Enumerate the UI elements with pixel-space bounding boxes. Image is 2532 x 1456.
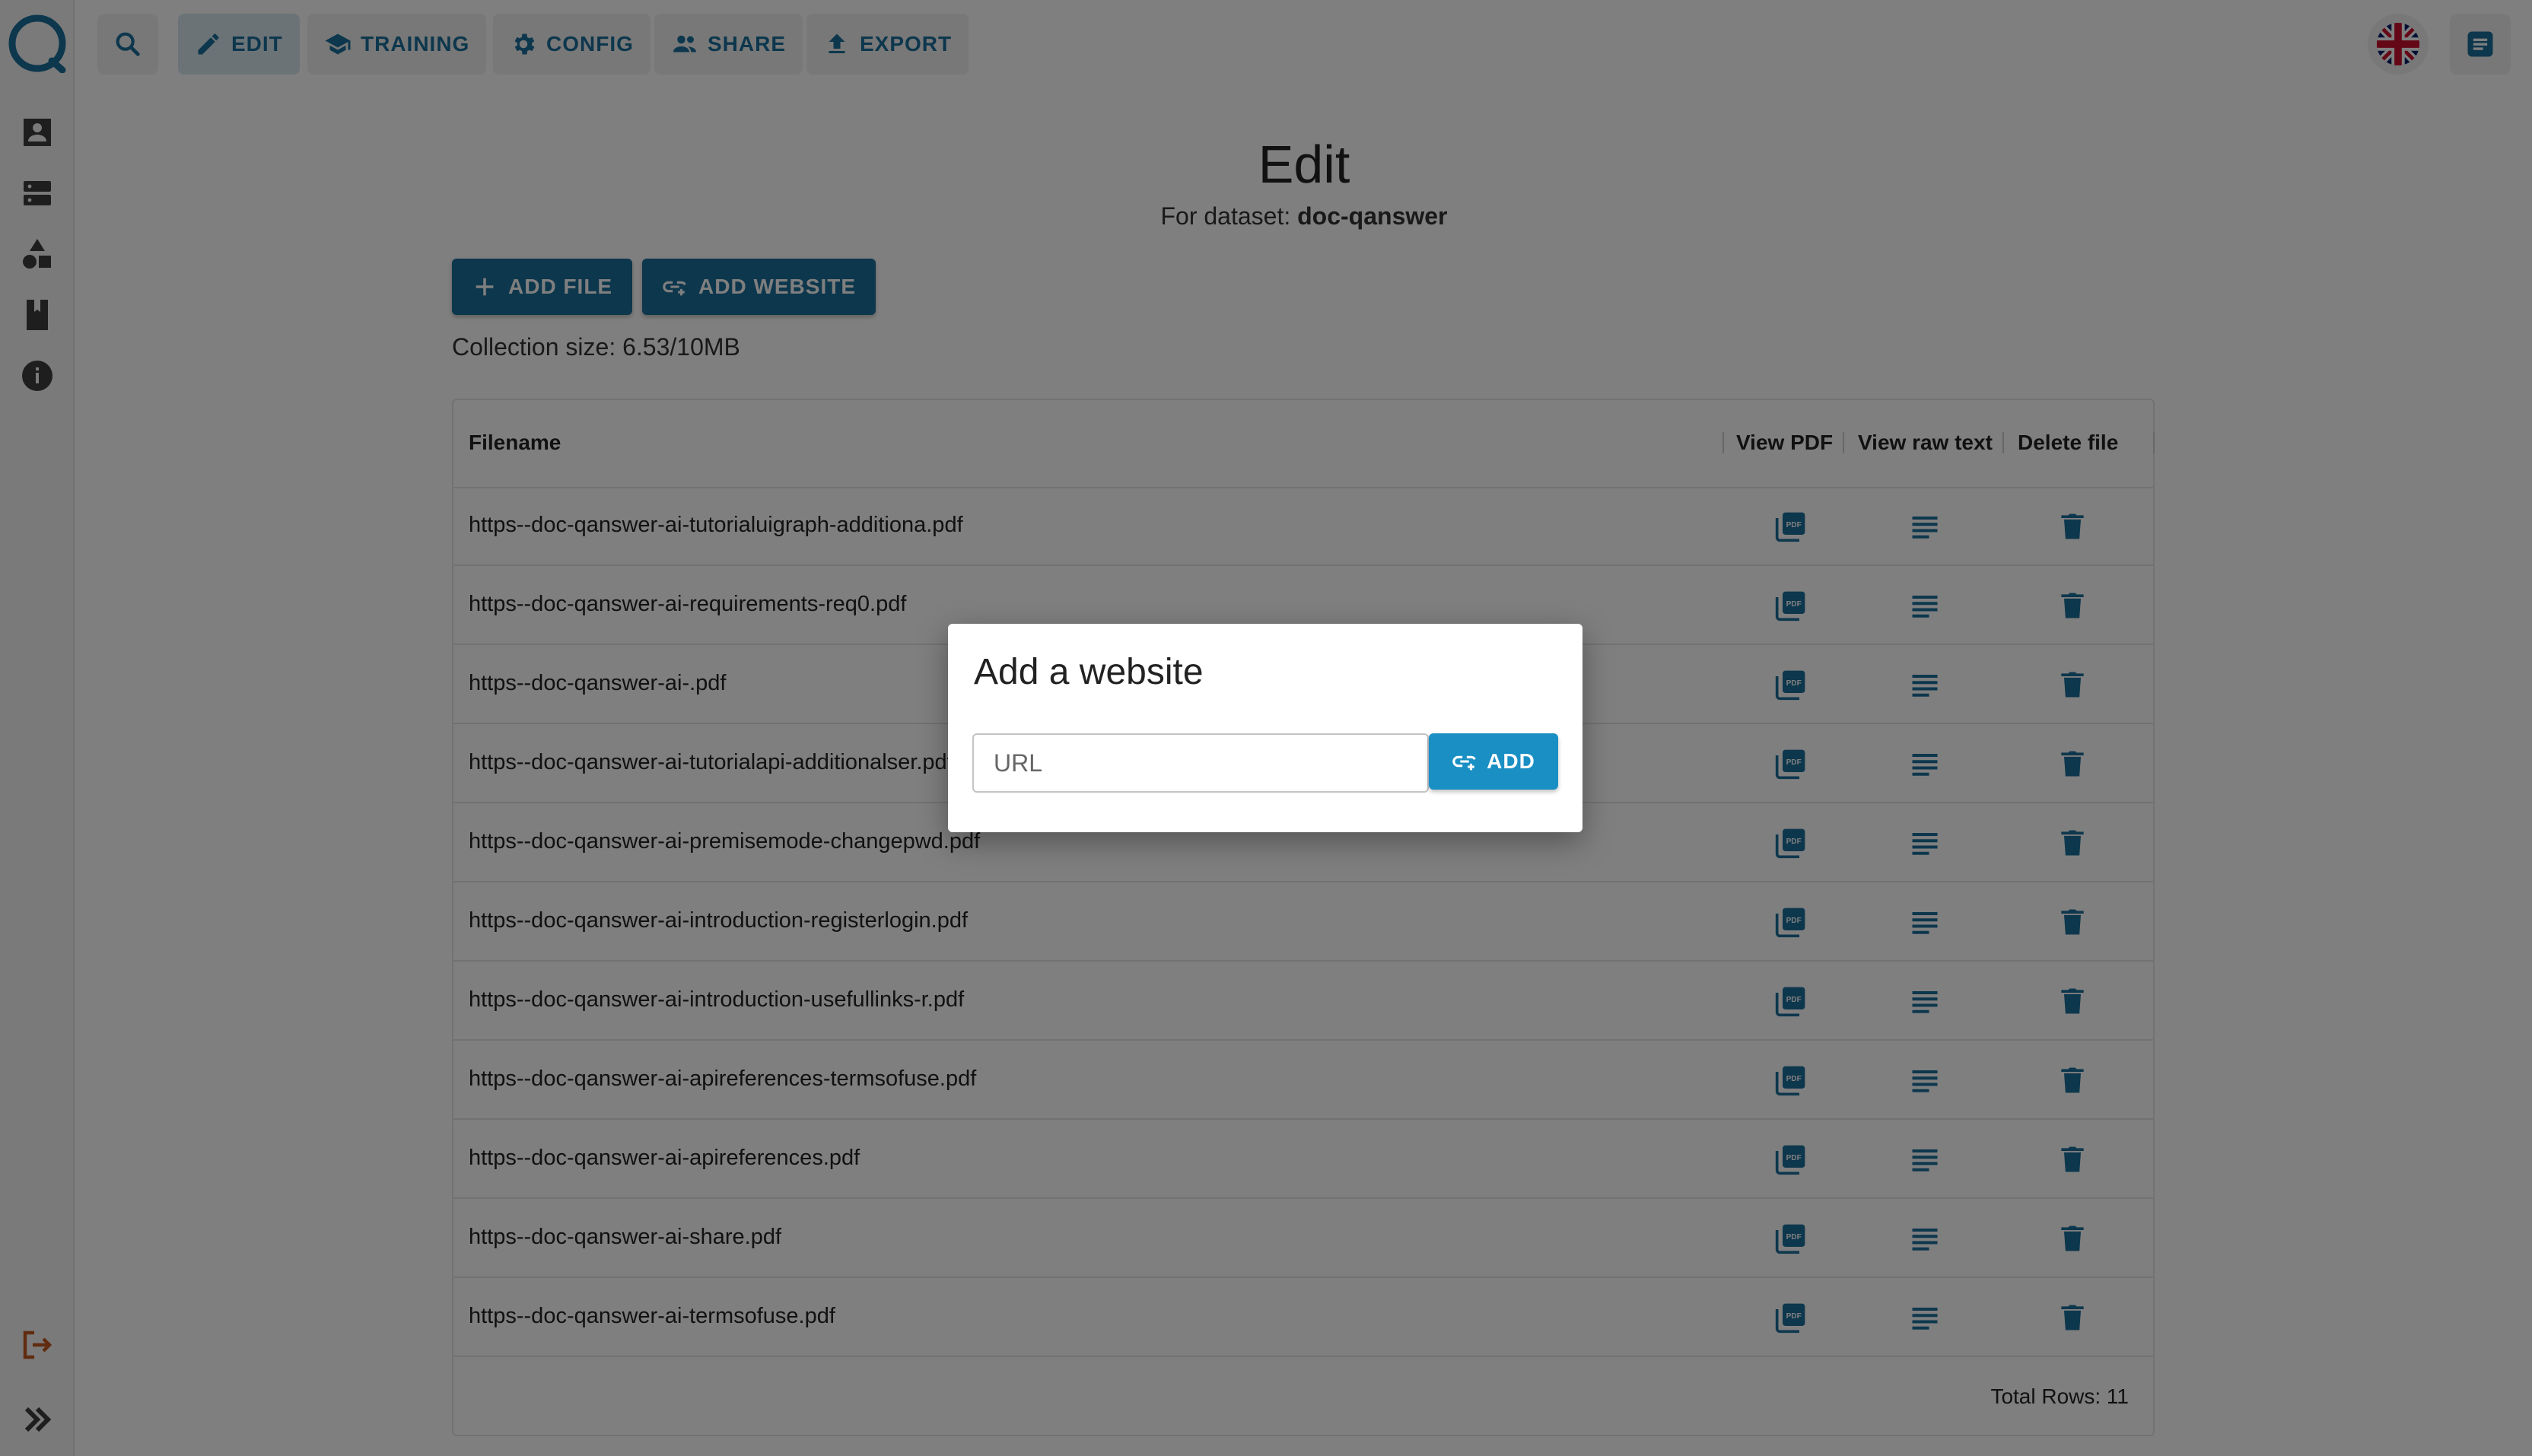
dialog-title: Add a website xyxy=(974,652,1204,692)
add-link-icon xyxy=(1452,755,1476,771)
add-url-button[interactable]: ADD xyxy=(1429,733,1558,790)
add-website-dialog: Add a website ADD xyxy=(948,624,1582,832)
url-input[interactable] xyxy=(972,733,1429,793)
add-url-label: ADD xyxy=(1487,749,1535,773)
